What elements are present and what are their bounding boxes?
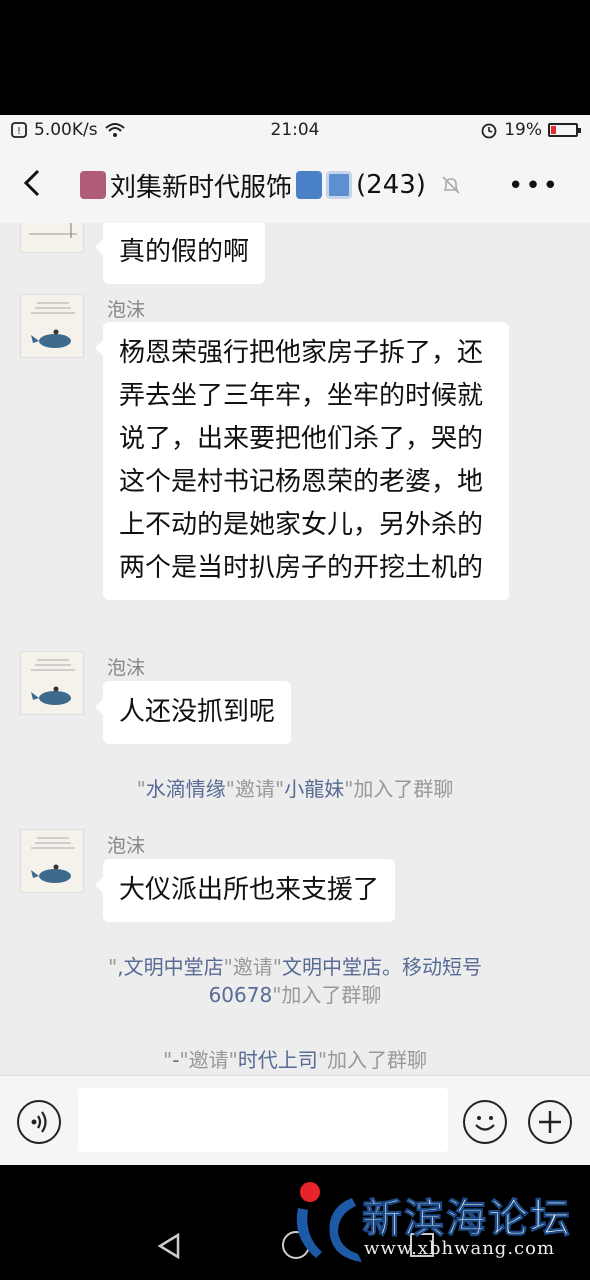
avatar[interactable] <box>20 651 84 715</box>
system-notice: "-"邀请"时代上司"加入了群聊 <box>162 1048 428 1072</box>
avatar[interactable] <box>20 223 84 253</box>
tshirt-emoji-icon <box>296 171 323 199</box>
inviter-link[interactable]: 水滴情缘 <box>146 777 226 801</box>
top-black-band <box>0 0 590 115</box>
smiley-icon <box>475 1116 495 1131</box>
system-notice: ",文明中堂店"邀请"文明中堂店。移动短号60678"加入了群聊 <box>108 955 482 1007</box>
message-bubble[interactable]: 大仪派出所也来支援了 <box>94 859 396 922</box>
suit-emoji-icon <box>326 171 353 199</box>
sender-name: 泡沫 <box>107 835 146 857</box>
member-count: (243) <box>356 170 426 200</box>
inviter-link[interactable]: ,文明中堂店 <box>117 955 223 979</box>
shirt-emoji-icon <box>80 171 106 199</box>
avatar[interactable] <box>20 829 84 893</box>
battery-level <box>551 126 556 134</box>
watermark-url: www.xbhwang.com <box>364 1238 556 1259</box>
avatar[interactable] <box>20 294 84 358</box>
watermark-name: 新滨海论坛 <box>362 1195 572 1243</box>
chat-title-bar: 刘集新时代服饰 (243) ••• <box>0 145 590 223</box>
message-bubble[interactable]: 人还没抓到呢 <box>94 681 292 744</box>
battery-icon <box>548 123 581 137</box>
more-options-icon[interactable]: ••• <box>508 171 560 201</box>
message-input[interactable] <box>78 1088 448 1152</box>
input-bar <box>0 1075 590 1165</box>
more-functions-button[interactable] <box>528 1100 572 1144</box>
watermark-logo-icon <box>296 1182 362 1262</box>
voice-input-button[interactable] <box>17 1100 61 1144</box>
back-arrow-icon[interactable] <box>18 167 50 199</box>
sender-name: 泡沫 <box>107 299 146 321</box>
watermark: 新滨海论坛 www.xbhwang.com <box>292 1178 587 1268</box>
chat-title: 刘集新时代服饰 (243) <box>80 165 462 205</box>
alarm-icon <box>481 123 497 139</box>
message-bubble[interactable]: 杨恩荣强行把他家房子拆了，还弄去坐了三年牢，坐牢的时候就说了，出来要把他们杀了，… <box>95 322 509 600</box>
nav-back-icon[interactable] <box>157 1233 181 1259</box>
chat-message-list: 真的假的啊 泡沫 杨恩荣强行把他家房子拆了，还弄去坐了三年牢，坐牢的时候就说了，… <box>0 223 590 1075</box>
system-notice: "水滴情缘"邀请"小龍妹"加入了群聊 <box>136 777 454 801</box>
battery-percent: 19% <box>504 120 542 140</box>
emoji-button[interactable] <box>463 1100 507 1144</box>
plus-icon <box>539 1111 561 1133</box>
voice-icon <box>31 1111 47 1133</box>
invitee-link[interactable]: 时代上司 <box>238 1048 318 1072</box>
message-bubble[interactable]: 真的假的啊 <box>94 223 266 284</box>
status-bar: ! 5.00K/s 21:04 19% <box>0 115 590 145</box>
mute-bell-icon <box>442 176 460 194</box>
invitee-link[interactable]: 小龍妹 <box>284 777 344 801</box>
group-name: 刘集新时代服饰 <box>110 172 293 203</box>
sender-name: 泡沫 <box>107 657 146 679</box>
